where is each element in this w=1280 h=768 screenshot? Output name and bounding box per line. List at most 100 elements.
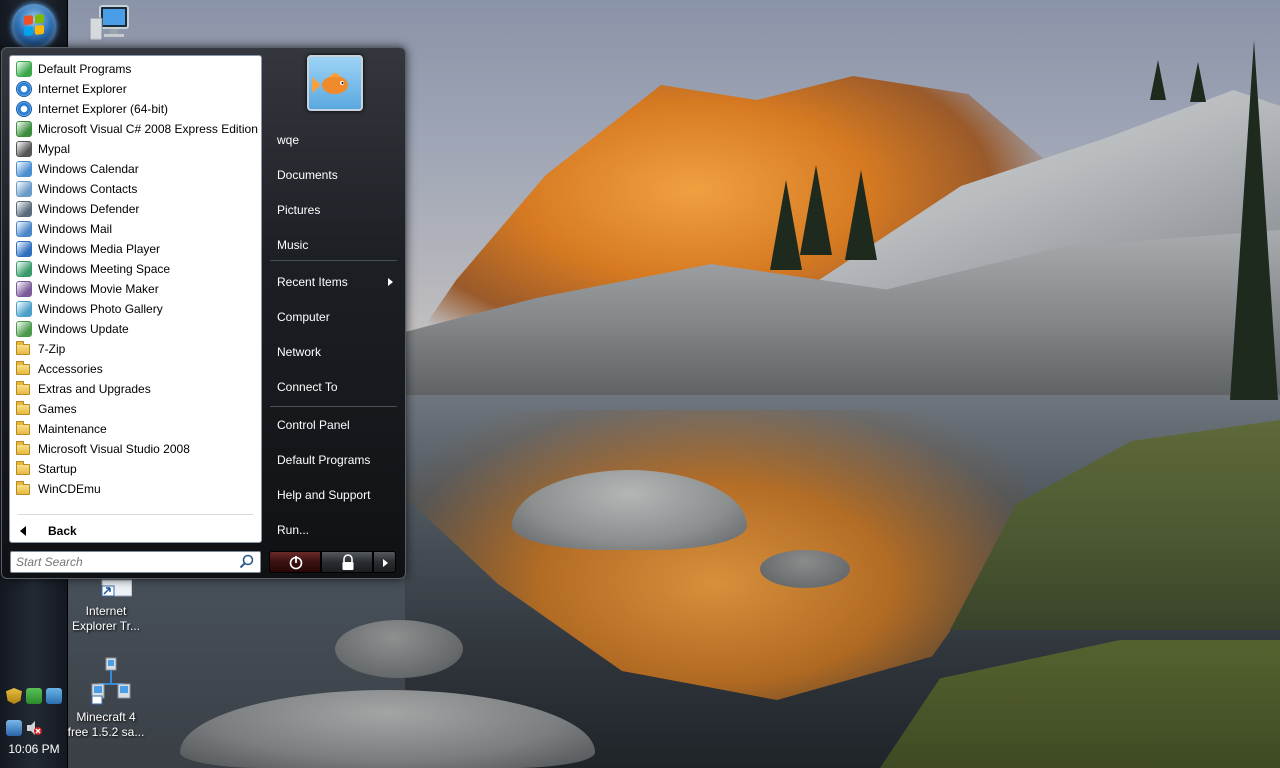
connect-to-link[interactable]: Connect To [265,372,402,402]
mail-icon [16,221,32,237]
start-search-input[interactable] [16,555,238,569]
program-item[interactable]: Microsoft Visual Studio 2008 [10,439,261,459]
calendar-icon [16,161,32,177]
shutdown-options-button[interactable] [373,551,396,573]
program-item[interactable]: Windows Update [10,319,261,339]
program-label: Default Programs [38,62,132,76]
program-item[interactable]: Microsoft Visual C# 2008 Express Edition [10,119,261,139]
wallpaper-tree [1150,60,1166,100]
user-folder-link[interactable]: wqe [265,125,402,155]
folder-icon [16,481,30,495]
defender-icon [16,201,32,217]
start-button[interactable] [12,4,56,48]
safely-remove-icon[interactable] [26,688,42,704]
taskbar-clock[interactable]: 10:06 PM [0,742,68,756]
start-menu: Default Programs Internet Explorer Interne… [1,47,406,579]
program-label: WinCDEmu [38,482,101,496]
network-icon[interactable] [6,720,22,736]
movie-maker-icon [16,281,32,297]
power-controls [269,551,396,573]
default-programs-icon [16,61,32,77]
windows-update-tray-icon[interactable] [46,688,62,704]
program-item[interactable]: WinCDEmu [10,479,261,499]
program-item[interactable]: Default Programs [10,59,261,79]
back-button[interactable]: Back [10,518,261,544]
pictures-link[interactable]: Pictures [265,195,402,225]
start-search-box[interactable] [10,551,261,573]
windows-update-icon [16,321,32,337]
folder-icon [16,381,32,397]
media-player-icon [16,241,32,257]
volume-muted-icon[interactable] [26,720,42,736]
program-item[interactable]: Windows Movie Maker [10,279,261,299]
meeting-space-icon [16,261,32,277]
program-list: Default Programs Internet Explorer Interne… [10,56,261,499]
mypal-icon [16,141,32,157]
program-item[interactable]: Windows Calendar [10,159,261,179]
program-item[interactable]: Windows Photo Gallery [10,299,261,319]
folder-icon [16,461,30,475]
program-label: Windows Update [38,322,129,336]
network-share-icon [88,656,131,706]
program-item[interactable]: Extras and Upgrades [10,379,261,399]
music-link[interactable]: Music [265,230,402,260]
desktop-icon-minecraft[interactable]: Minecraft 4 free 1.5.2 sa... [66,656,146,740]
network-link[interactable]: Network [265,337,402,367]
search-icon[interactable] [238,553,256,571]
program-label: Windows Contacts [38,182,138,196]
folder-icon [16,401,32,417]
internet-explorer-icon [16,101,32,117]
security-shield-icon[interactable] [6,688,22,704]
folder-icon [16,441,30,455]
program-item[interactable]: Accessories [10,359,261,379]
lock-button[interactable] [321,551,373,573]
program-item[interactable]: 7-Zip [10,339,261,359]
program-label: Windows Photo Gallery [38,302,163,316]
program-label: Windows Calendar [38,162,139,176]
run-link[interactable]: Run... [265,515,402,545]
calendar-icon [16,161,32,177]
user-picture[interactable] [307,55,363,111]
program-item[interactable]: Games [10,399,261,419]
program-item[interactable]: Windows Defender [10,199,261,219]
divider [270,406,397,407]
help-and-support-link[interactable]: Help and Support [265,480,402,510]
program-label: Microsoft Visual C# 2008 Express Edition [38,122,258,136]
desktop-icon-label: Minecraft 4 free 1.5.2 sa... [67,710,145,739]
program-item[interactable]: Internet Explorer (64-bit) [10,99,261,119]
recent-items-link[interactable]: Recent Items [265,267,402,297]
desktop-icon-ie-troubleshooter[interactable]: Internet Explorer Tr... [66,576,146,634]
program-item[interactable]: Windows Contacts [10,179,261,199]
wallpaper-tree [1190,62,1206,102]
program-item[interactable]: Windows Meeting Space [10,259,261,279]
program-label: Internet Explorer [38,82,127,96]
computer-monitor-icon [86,4,129,41]
program-item[interactable]: Internet Explorer [10,79,261,99]
control-panel-link[interactable]: Control Panel [265,410,402,440]
program-label: Extras and Upgrades [38,382,151,396]
program-item[interactable]: Windows Media Player [10,239,261,259]
program-label: Windows Movie Maker [38,282,159,296]
divider [18,514,253,515]
recent-items-label: Recent Items [277,275,348,289]
program-item[interactable]: Windows Mail [10,219,261,239]
program-item[interactable]: Maintenance [10,419,261,439]
folder-icon [16,361,30,375]
documents-link[interactable]: Documents [265,160,402,190]
media-player-icon [16,241,32,257]
power-button[interactable] [269,551,321,573]
default-programs-link[interactable]: Default Programs [265,445,402,475]
program-label: Microsoft Visual Studio 2008 [38,442,190,456]
program-item[interactable]: Mypal [10,139,261,159]
folder-icon [16,341,30,355]
wallpaper-tree [770,180,802,270]
program-label: Windows Meeting Space [38,262,171,276]
meeting-space-icon [16,261,32,277]
power-icon [289,556,303,570]
program-item[interactable]: Startup [10,459,261,479]
wallpaper-boulder [760,550,850,588]
submenu-arrow-icon [388,278,393,286]
computer-link[interactable]: Computer [265,302,402,332]
desktop-icon-computer[interactable] [64,4,144,44]
folder-icon [16,401,30,415]
